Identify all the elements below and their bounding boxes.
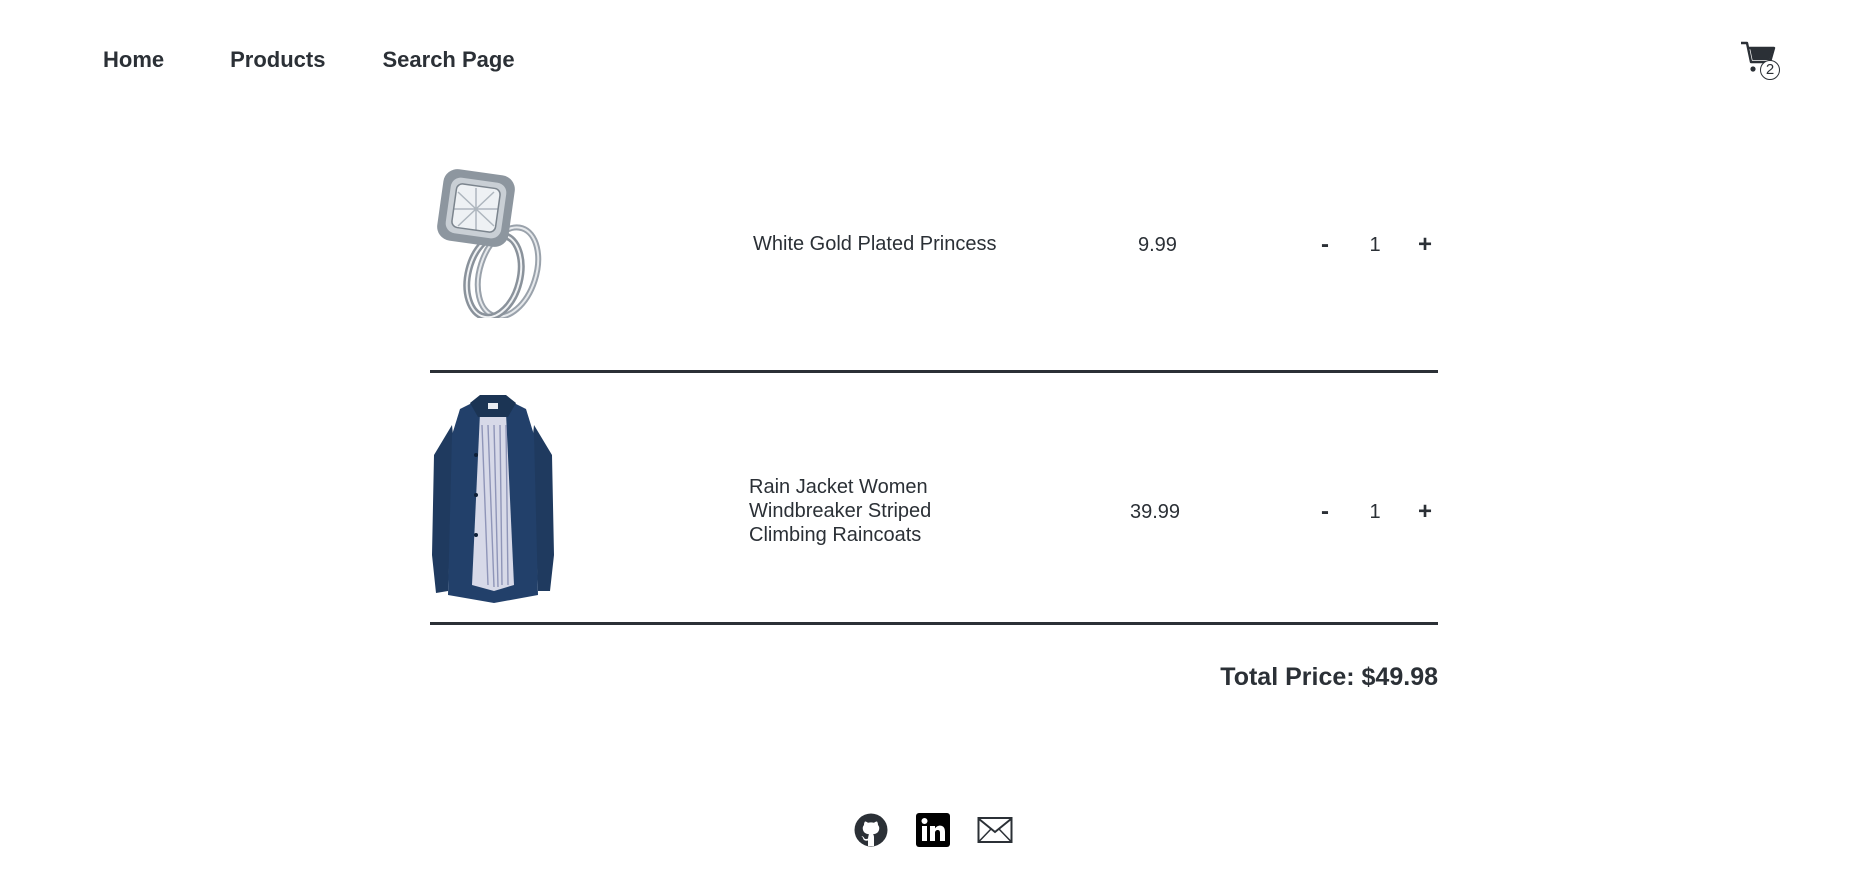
quantity-value: 1: [1369, 500, 1381, 523]
cart-item-price: 9.99: [1138, 234, 1177, 256]
cart-item-title[interactable]: Rain Jacket Women Windbreaker Striped Cl…: [749, 475, 949, 547]
total-price: Total Price: $49.98: [1220, 663, 1438, 691]
quantity-stepper: - 1 +: [1310, 498, 1440, 526]
main-nav: Home Products Search Page: [103, 44, 515, 76]
increment-quantity-button[interactable]: +: [1410, 231, 1440, 259]
cart-item-title[interactable]: White Gold Plated Princess: [753, 232, 1033, 256]
nav-products-link[interactable]: Products: [230, 47, 325, 73]
quantity-stepper: - 1 +: [1310, 231, 1440, 259]
nav-home-link[interactable]: Home: [103, 47, 164, 73]
cart-item-price: 39.99: [1130, 501, 1181, 523]
cart-item-row: Rain Jacket Women Windbreaker Striped Cl…: [430, 373, 1438, 625]
quantity-value: 1: [1369, 233, 1381, 256]
ring-image: [437, 169, 542, 318]
decrement-quantity-button[interactable]: -: [1310, 231, 1340, 259]
increment-quantity-button[interactable]: +: [1410, 498, 1440, 526]
linkedin-icon[interactable]: [915, 812, 951, 848]
cart-count-badge: 2: [1760, 60, 1780, 80]
rain-jacket-image: [432, 395, 554, 603]
cart-button[interactable]: 2: [1740, 40, 1782, 84]
decrement-quantity-button[interactable]: -: [1310, 498, 1340, 526]
github-icon[interactable]: [853, 812, 889, 848]
email-icon[interactable]: [977, 812, 1013, 848]
footer-social-links: [853, 812, 1013, 848]
nav-search-page-link[interactable]: Search Page: [382, 47, 514, 73]
cart-list: White Gold Plated Princess 9.99 - 1 + Ra…: [430, 158, 1438, 625]
cart-item-row: White Gold Plated Princess 9.99 - 1 +: [430, 158, 1438, 373]
